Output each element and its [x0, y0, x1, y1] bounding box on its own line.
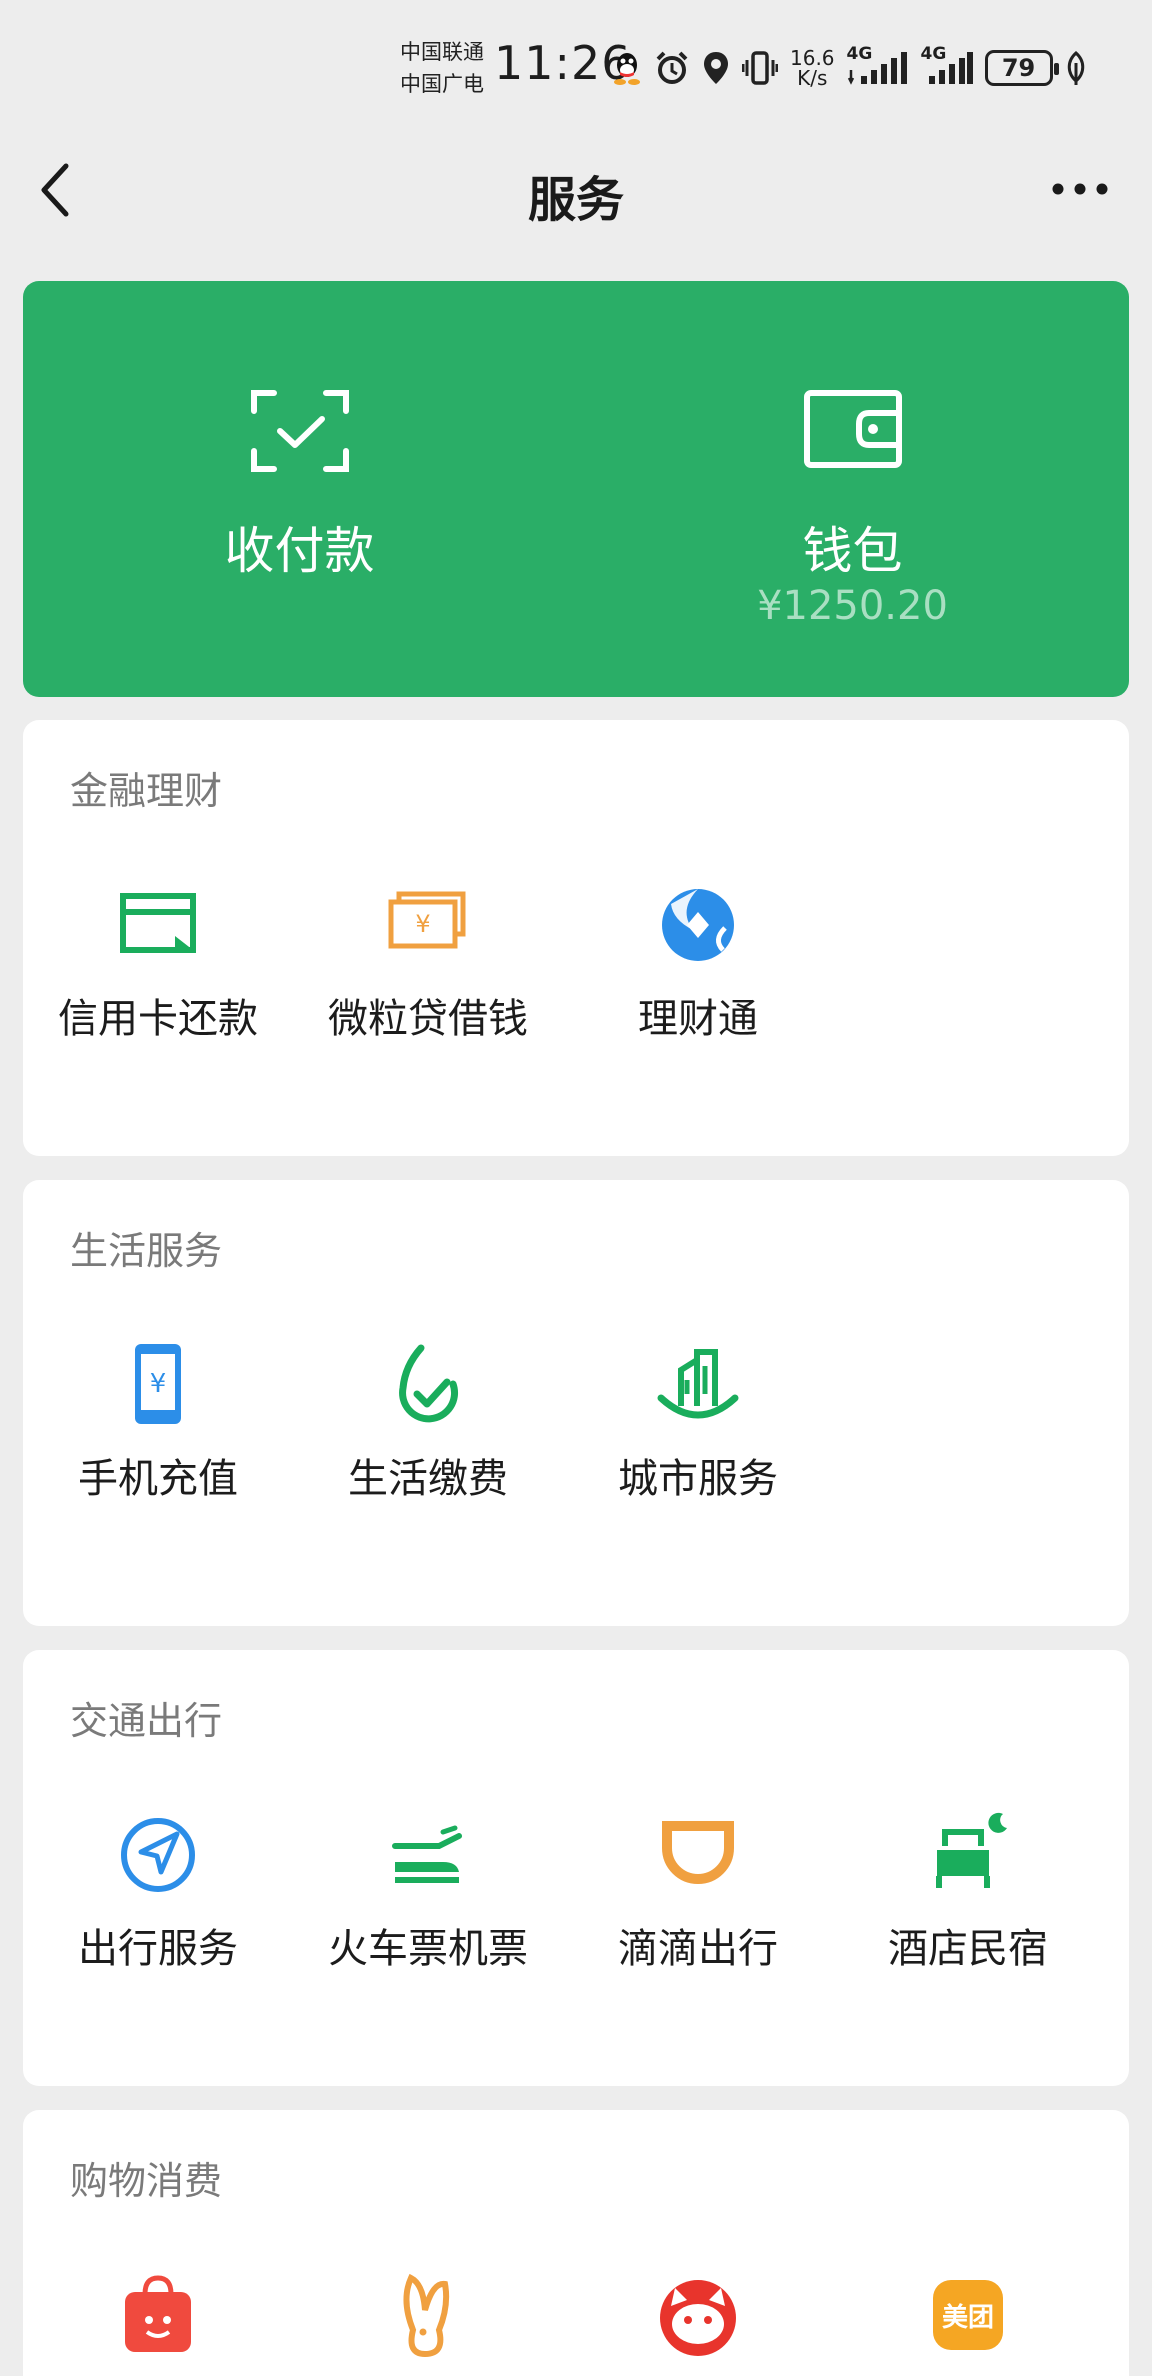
more-dots-icon: [1052, 183, 1108, 195]
train-plane-icon: [392, 1825, 462, 1883]
pay-receive-button[interactable]: 收付款: [23, 281, 576, 697]
service-label: 城市服务: [618, 1456, 778, 1502]
wallet-balance: ¥1250.20: [757, 583, 948, 629]
carrier-2: 中国广电: [400, 72, 484, 96]
service-grid: 美团: [23, 2270, 1129, 2376]
signal-1: 4G: [847, 44, 909, 86]
city-service-icon: [657, 1349, 739, 1419]
carrier-1: 中国联通: [400, 40, 484, 64]
more-button[interactable]: [1048, 174, 1112, 204]
section-title: 金融理财: [70, 769, 223, 813]
vibrate-icon: [742, 51, 778, 85]
section-life: 生活服务 ¥ 手机充值 生活缴费 城市服务: [23, 1180, 1129, 1626]
scan-check-icon: [250, 390, 349, 472]
status-icons: 16.6 K/s 4G 4G 79: [612, 44, 1087, 92]
cat-icon: [660, 2280, 736, 2356]
meituan-icon: 美团: [933, 2280, 1003, 2350]
service-tile-meituan[interactable]: 美团: [833, 2270, 1103, 2376]
net-speed-value: 16.6: [790, 46, 835, 70]
battery-indicator: 79: [984, 50, 1059, 86]
service-tile-train-plane[interactable]: 火车票机票: [293, 1810, 563, 2010]
service-tile-city[interactable]: 城市服务: [563, 1340, 833, 1540]
status-bar: 中国联通 中国广电 11:26 16.6 K/s 4G 4G 79: [0, 0, 1152, 130]
leaf-icon: [1067, 51, 1084, 85]
meituan-logo-text: 美团: [942, 2302, 994, 2333]
carrier-info: 中国联通 中国广电: [400, 36, 484, 100]
service-grid: 出行服务 火车票机票 滴滴出行 酒店民宿: [23, 1810, 1129, 2010]
nav-bar: 服务: [0, 130, 1152, 250]
section-shopping: 购物消费 美团: [23, 2110, 1129, 2376]
svg-text:¥: ¥: [150, 1369, 167, 1399]
net-speed: 16.6 K/s: [790, 48, 835, 88]
pay-receive-label: 收付款: [224, 522, 375, 580]
service-label: 信用卡还款: [58, 996, 258, 1042]
service-tile-phone-topup[interactable]: ¥ 手机充值: [23, 1340, 293, 1540]
service-tile-wealth[interactable]: 理财通: [563, 880, 833, 1080]
service-page: 中国联通 中国广电 11:26 16.6 K/s 4G 4G 79 服务 收付款…: [0, 0, 1152, 2376]
service-tile-loan[interactable]: ¥ 微粒贷借钱: [293, 880, 563, 1080]
loan-icon: ¥: [388, 891, 466, 949]
service-label: 生活缴费: [348, 1456, 508, 1502]
battery-level: 79: [1001, 54, 1036, 82]
service-grid: ¥ 手机充值 生活缴费 城市服务: [23, 1340, 1129, 1540]
credit-card-icon: [120, 893, 196, 953]
didi-icon: [662, 1821, 734, 1884]
section-title: 购物消费: [70, 2159, 223, 2203]
rabbit-icon: [403, 2273, 450, 2358]
service-tile-credit-card[interactable]: 信用卡还款: [23, 880, 293, 1080]
shopping-bag-icon: [125, 2275, 191, 2352]
network-type-1: 4G: [846, 44, 873, 64]
service-label: 手机充值: [78, 1456, 238, 1502]
service-label: 滴滴出行: [618, 1926, 778, 1972]
wallet-button[interactable]: 钱包 ¥1250.20: [576, 281, 1129, 697]
net-speed-unit: K/s: [797, 66, 828, 90]
service-label: 出行服务: [78, 1926, 238, 1972]
service-tile-utility[interactable]: 生活缴费: [293, 1340, 563, 1540]
service-tile-cat[interactable]: [563, 2270, 833, 2376]
pay-card: 收付款 钱包 ¥1250.20: [23, 281, 1129, 697]
phone-topup-icon: ¥: [135, 1344, 181, 1424]
service-label: 酒店民宿: [888, 1926, 1048, 1972]
section-title: 交通出行: [70, 1699, 223, 1743]
section-travel: 交通出行 出行服务 火车票机票 滴滴出行 酒店民宿: [23, 1650, 1129, 2086]
service-label: 理财通: [638, 996, 758, 1042]
qq-icon: [614, 53, 640, 85]
wealth-icon: [662, 889, 734, 961]
section-title: 生活服务: [70, 1229, 223, 1273]
service-grid: 信用卡还款 ¥ 微粒贷借钱 理财通: [23, 880, 1129, 1080]
section-finance: 金融理财 信用卡还款 ¥ 微粒贷借钱 理财通: [23, 720, 1129, 1156]
page-title: 服务: [527, 172, 624, 228]
clock: 11:26: [494, 36, 632, 90]
utility-bill-icon: [399, 1344, 459, 1423]
service-tile-hotel[interactable]: 酒店民宿: [833, 1810, 1103, 2010]
hotel-bed-icon: [936, 1812, 1007, 1888]
service-tile-travel[interactable]: 出行服务: [23, 1810, 293, 2010]
svg-text:¥: ¥: [415, 910, 430, 938]
service-tile-shopping[interactable]: [23, 2270, 293, 2376]
service-label: 微粒贷借钱: [328, 996, 528, 1042]
service-tile-didi[interactable]: 滴滴出行: [563, 1810, 833, 2010]
network-type-2: 4G: [920, 44, 947, 64]
location-icon: [704, 52, 728, 84]
wallet-label: 钱包: [802, 522, 903, 580]
navigation-icon: [121, 1818, 195, 1892]
wallet-icon: [803, 390, 902, 468]
service-tile-rabbit[interactable]: [293, 2270, 563, 2376]
alarm-icon: [656, 51, 688, 84]
signal-2: 4G: [921, 44, 973, 86]
service-label: 火车票机票: [328, 1926, 528, 1972]
